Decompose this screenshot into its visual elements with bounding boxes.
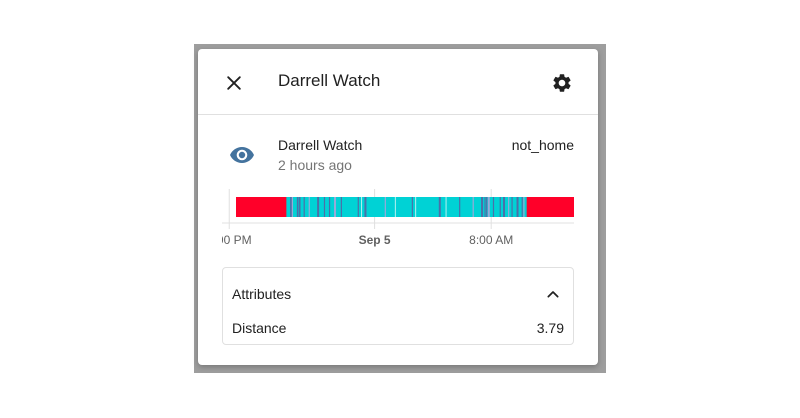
- timeline-stripe[interactable]: [394, 197, 396, 217]
- timeline-stripe[interactable]: [445, 197, 447, 217]
- timeline-stripe[interactable]: [298, 197, 301, 217]
- timeline-stripe[interactable]: [411, 197, 413, 217]
- timeline-stripe[interactable]: [503, 197, 506, 217]
- entity-name: Darrell Watch: [278, 137, 363, 153]
- timeline-stripe[interactable]: [357, 197, 359, 217]
- attributes-panel: Attributes Distance 3.79: [222, 267, 574, 345]
- timeline-segment-not-home[interactable]: [526, 197, 574, 217]
- timeline-stripe[interactable]: [523, 197, 525, 217]
- timeline-segment-zone[interactable]: [286, 197, 528, 217]
- timeline-stripe[interactable]: [308, 197, 310, 217]
- timeline-stripe[interactable]: [472, 197, 474, 217]
- timeline-tick-label: Sep 5: [359, 233, 391, 247]
- attribute-value: 3.79: [536, 320, 564, 336]
- timeline-stripe[interactable]: [511, 197, 513, 217]
- timeline-tick-label: 3:00 PM: [222, 233, 252, 247]
- timeline-bar[interactable]: [236, 197, 574, 217]
- timeline-stripe[interactable]: [516, 197, 519, 217]
- timeline-stripe[interactable]: [340, 197, 342, 217]
- attributes-collapse-button[interactable]: [541, 282, 565, 306]
- close-icon: [227, 76, 241, 90]
- timeline-stripe[interactable]: [487, 197, 490, 217]
- entity-last-changed: 2 hours ago: [278, 157, 352, 173]
- timeline-stripe[interactable]: [521, 197, 523, 217]
- timeline-stripe[interactable]: [415, 197, 417, 217]
- timeline-stripe[interactable]: [364, 197, 367, 217]
- chevron-up-icon: [547, 291, 559, 298]
- timeline-stripe[interactable]: [291, 197, 293, 217]
- entity-state: not_home: [511, 137, 574, 153]
- close-button[interactable]: [220, 69, 248, 97]
- timeline-stripe[interactable]: [361, 197, 363, 217]
- timeline-stripe[interactable]: [317, 197, 320, 217]
- timeline-stripe[interactable]: [499, 197, 501, 217]
- attributes-title: Attributes: [232, 286, 292, 302]
- attribute-key: Distance: [232, 320, 287, 336]
- timeline-stripe[interactable]: [508, 197, 510, 217]
- timeline-axis-labels: 3:00 PM Sep 5 8:00 AM: [222, 233, 513, 247]
- timeline-stripe[interactable]: [459, 197, 461, 217]
- timeline-stripe[interactable]: [323, 197, 326, 217]
- timeline-stripe[interactable]: [334, 197, 337, 217]
- timeline-stripe[interactable]: [303, 197, 305, 217]
- history-timeline[interactable]: 3:00 PM Sep 5 8:00 AM: [222, 189, 574, 279]
- entity-icon: [228, 145, 256, 165]
- timeline-segment-not-home[interactable]: [236, 197, 287, 217]
- dialog-header: Darrell Watch: [198, 49, 598, 115]
- gear-icon: [553, 74, 571, 92]
- eye-icon: [230, 147, 254, 163]
- settings-button[interactable]: [548, 69, 576, 97]
- timeline-stripe[interactable]: [481, 197, 484, 217]
- dialog-title: Darrell Watch: [278, 71, 381, 90]
- timeline-stripe[interactable]: [384, 197, 386, 217]
- timeline-stripe[interactable]: [492, 197, 495, 217]
- more-info-dialog: Darrell Watch Darrell Watch 2 hours ago …: [198, 49, 598, 365]
- timeline-stripe[interactable]: [438, 197, 441, 217]
- timeline-stripe[interactable]: [328, 197, 331, 217]
- timeline-stripe[interactable]: [296, 197, 299, 217]
- timeline-tick-label: 8:00 AM: [469, 233, 513, 247]
- timeline-stripe[interactable]: [484, 197, 486, 217]
- timeline-stripe[interactable]: [486, 197, 488, 217]
